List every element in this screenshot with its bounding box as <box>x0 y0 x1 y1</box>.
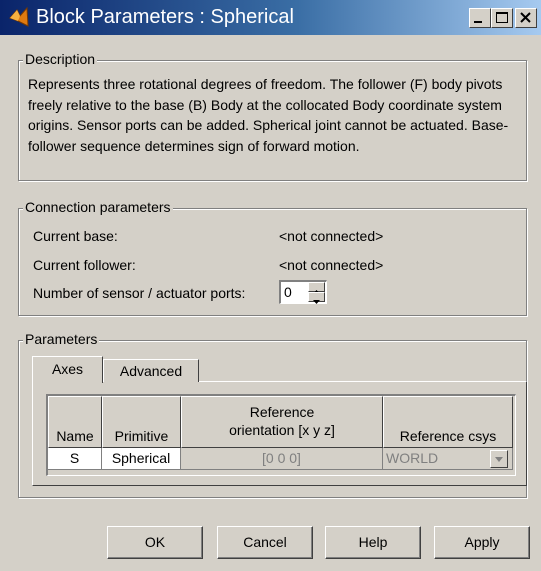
spinner-down-button[interactable] <box>308 292 325 304</box>
tab-axes-label: Axes <box>51 361 84 377</box>
apply-button[interactable]: Apply <box>434 526 530 559</box>
arrow-down-icon <box>313 300 320 304</box>
description-group-label: Description <box>23 51 98 67</box>
spinner-up-button[interactable] <box>308 282 325 294</box>
ok-button[interactable]: OK <box>107 526 203 559</box>
help-button[interactable]: Help <box>325 526 421 559</box>
cell-name[interactable]: S <box>48 448 102 470</box>
cell-orientation[interactable]: [0 0 0] <box>181 448 383 470</box>
column-header-csys[interactable]: Reference csys <box>383 396 513 448</box>
tab-axes[interactable]: Axes <box>32 356 103 383</box>
column-header-name[interactable]: Name <box>48 396 102 448</box>
ports-value[interactable]: 0 <box>284 284 292 300</box>
csys-dropdown-button[interactable] <box>490 450 508 468</box>
column-header-orientation[interactable]: Reference orientation [x y z] <box>181 396 383 448</box>
tab-advanced[interactable]: Advanced <box>103 359 199 382</box>
column-header-name-label: Name <box>56 428 94 444</box>
description-group: Description Represents three rotational … <box>18 51 527 181</box>
cancel-button[interactable]: Cancel <box>217 526 313 559</box>
minimize-icon <box>474 21 482 23</box>
connection-group-label: Connection parameters <box>23 199 173 215</box>
current-follower-value: <not connected> <box>279 257 384 273</box>
column-header-primitive-label: Primitive <box>114 428 169 444</box>
current-base-value: <not connected> <box>279 228 384 244</box>
close-button[interactable] <box>515 8 537 28</box>
ports-label: Number of sensor / actuator ports: <box>33 285 246 301</box>
minimize-button[interactable] <box>469 8 491 28</box>
close-icon <box>520 12 531 23</box>
chevron-down-icon <box>495 457 503 462</box>
ports-spinner[interactable]: 0 <box>279 280 327 304</box>
maximize-icon <box>496 12 508 23</box>
csys-combobox-value: WORLD <box>386 450 439 466</box>
parameters-group-label: Parameters <box>23 331 100 347</box>
window-title: Block Parameters : Spherical <box>36 6 294 28</box>
column-header-orientation-line2: orientation [x y z] <box>229 422 335 438</box>
current-follower-label: Current follower: <box>33 257 136 273</box>
description-text: Represents three rotational degrees of f… <box>28 76 509 154</box>
column-header-csys-label: Reference csys <box>399 428 497 444</box>
current-base-label: Current base: <box>33 228 118 244</box>
column-header-orientation-line1: Reference <box>249 404 315 420</box>
tab-advanced-label: Advanced <box>119 363 183 379</box>
cell-primitive[interactable]: Spherical <box>102 448 181 470</box>
column-header-primitive[interactable]: Primitive <box>102 396 181 448</box>
title-bar[interactable]: Block Parameters : Spherical <box>0 0 541 35</box>
maximize-button[interactable] <box>491 8 513 28</box>
simulink-block-icon <box>9 6 29 27</box>
